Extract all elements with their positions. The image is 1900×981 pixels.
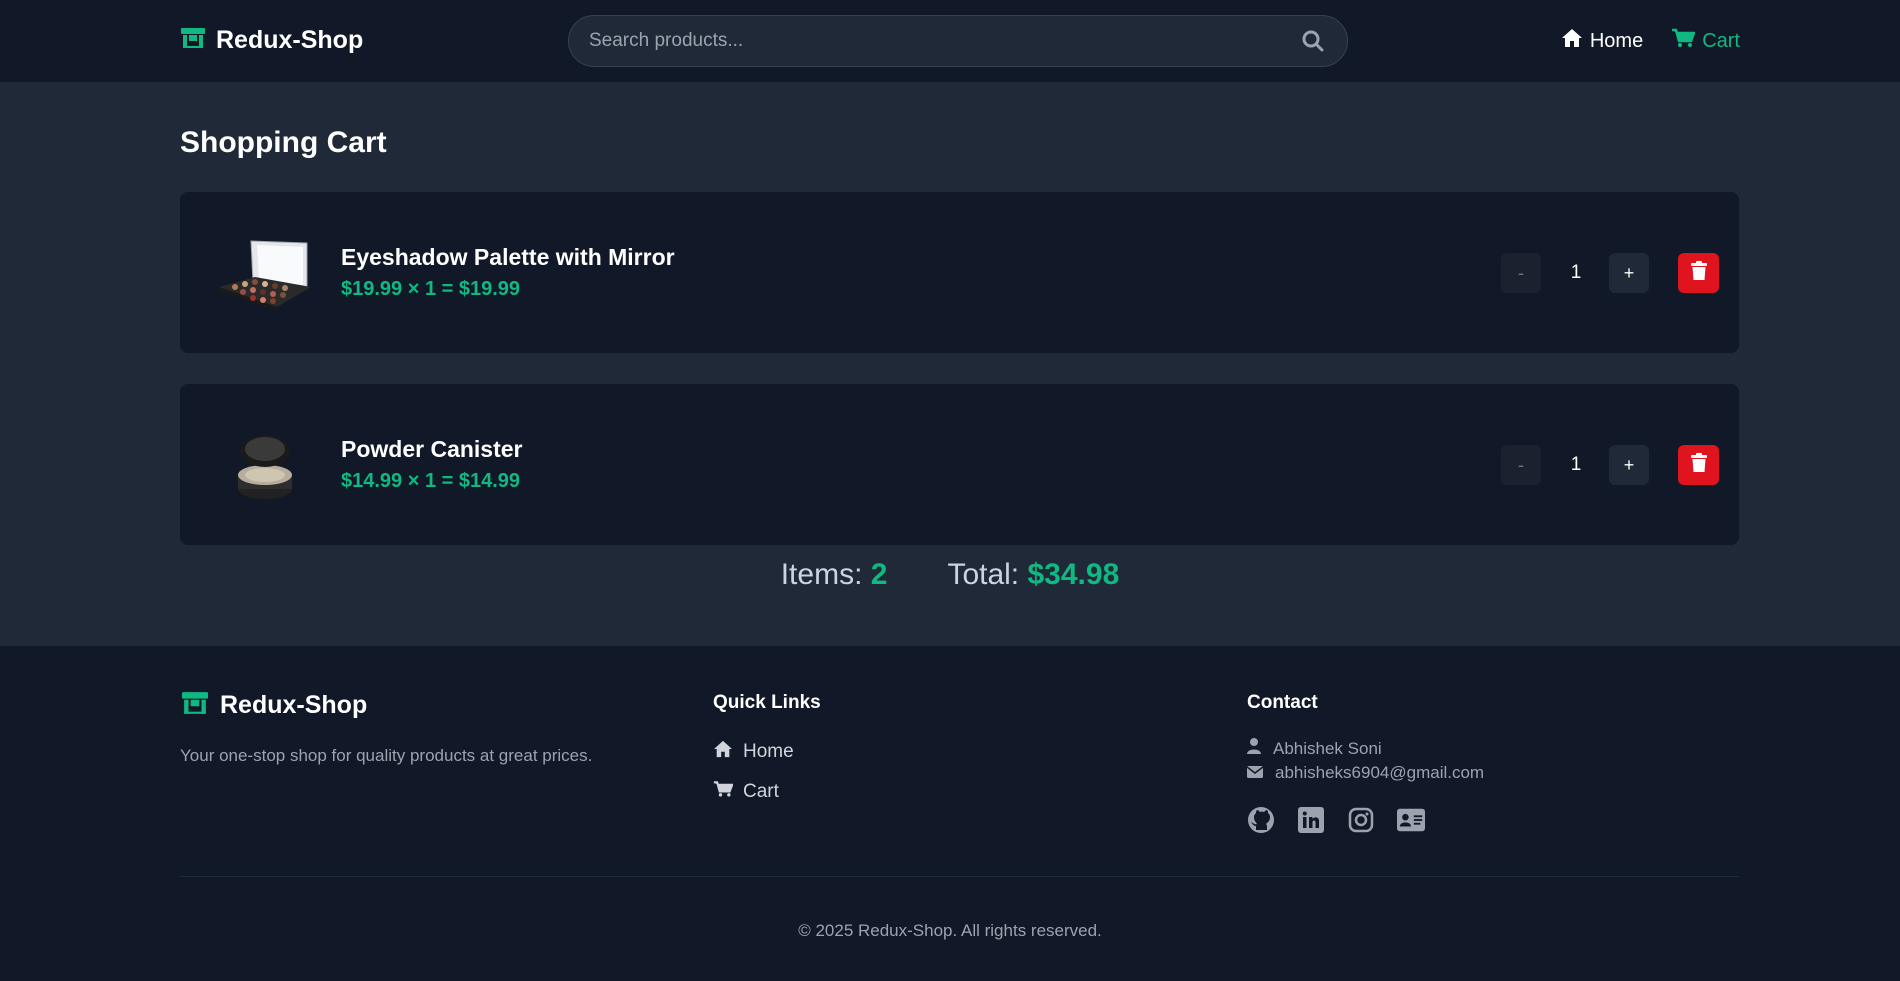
- increase-quantity-button[interactable]: +: [1609, 445, 1649, 485]
- contact-email-text: abhisheks6904@gmail.com: [1275, 763, 1485, 782]
- home-icon: [713, 740, 733, 764]
- total-label: Total:: [947, 558, 1020, 591]
- nav-home-link[interactable]: Home: [1561, 28, 1643, 54]
- github-icon[interactable]: [1247, 806, 1275, 834]
- items-count: Items: 2: [781, 558, 888, 592]
- brand-logo[interactable]: Redux-Shop: [180, 26, 363, 55]
- footer-tagline: Your one-stop shop for quality products …: [180, 746, 593, 765]
- footer-home-label: Home: [743, 741, 794, 762]
- contact-name: Abhishek Soni: [1247, 738, 1382, 759]
- trash-icon: [1690, 260, 1707, 286]
- cart-icon: [1671, 28, 1697, 54]
- contact-card-icon[interactable]: [1397, 806, 1425, 834]
- social-links: [1247, 806, 1425, 834]
- increase-quantity-button[interactable]: +: [1609, 253, 1649, 293]
- contact-name-text: Abhishek Soni: [1273, 738, 1382, 758]
- copyright-text: © 2025 Redux-Shop. All rights reserved.: [798, 921, 1102, 940]
- home-icon: [1561, 28, 1583, 54]
- footer-cart-link[interactable]: Cart: [713, 780, 779, 804]
- product-image: [215, 237, 315, 315]
- product-image: [215, 429, 315, 507]
- nav-home-label: Home: [1589, 29, 1644, 52]
- decrease-quantity-button[interactable]: -: [1501, 253, 1541, 293]
- remove-item-button[interactable]: [1678, 445, 1719, 485]
- store-icon: [180, 690, 210, 721]
- quantity-value: 1: [1570, 262, 1582, 283]
- product-name[interactable]: Powder Canister: [341, 436, 523, 463]
- product-name[interactable]: Eyeshadow Palette with Mirror: [341, 244, 675, 271]
- cart-item: Powder Canister $14.99 × 1 = $14.99 - 1 …: [180, 384, 1739, 545]
- search-icon[interactable]: [1299, 27, 1327, 55]
- nav-cart-label: Cart: [1702, 29, 1740, 52]
- main-nav: Home Cart: [1561, 28, 1740, 54]
- items-value: 2: [870, 558, 888, 591]
- footer-cart-label: Cart: [743, 781, 779, 802]
- remove-item-button[interactable]: [1678, 253, 1719, 293]
- items-label: Items:: [780, 558, 863, 591]
- product-price-line: $14.99 × 1 = $14.99: [341, 470, 521, 492]
- cart-summary: Items: 2 Total: $34.98: [0, 558, 1900, 592]
- contact-heading: Contact: [1247, 692, 1318, 713]
- footer-home-link[interactable]: Home: [713, 740, 794, 764]
- footer-brand: Redux-Shop: [180, 690, 367, 721]
- cart-item: Eyeshadow Palette with Mirror $19.99 × 1…: [180, 192, 1739, 353]
- total-value: $34.98: [1027, 558, 1120, 591]
- user-icon: [1247, 738, 1261, 759]
- brand-name: Redux-Shop: [216, 26, 364, 54]
- envelope-icon: [1246, 763, 1264, 783]
- search-input[interactable]: [589, 30, 1299, 52]
- contact-email[interactable]: abhisheks6904@gmail.com: [1246, 763, 1485, 783]
- footer-divider: [180, 876, 1739, 877]
- cart-total: Total: $34.98: [947, 558, 1119, 592]
- page-title: Shopping Cart: [180, 126, 387, 159]
- site-footer: Redux-Shop Your one-stop shop for qualit…: [0, 646, 1900, 981]
- top-navbar: Redux-Shop Home Cart: [0, 0, 1900, 82]
- product-price-line: $19.99 × 1 = $19.99: [341, 278, 521, 300]
- decrease-quantity-button[interactable]: -: [1501, 445, 1541, 485]
- trash-icon: [1690, 452, 1707, 478]
- nav-cart-link[interactable]: Cart: [1671, 28, 1740, 54]
- quick-links-heading: Quick Links: [713, 692, 821, 713]
- instagram-icon[interactable]: [1347, 806, 1375, 834]
- quantity-value: 1: [1570, 454, 1582, 475]
- linkedin-icon[interactable]: [1297, 806, 1325, 834]
- search-bar: [568, 15, 1348, 67]
- cart-page: Shopping Cart Eyeshadow Palette with Mir…: [0, 82, 1900, 646]
- store-icon: [180, 26, 206, 55]
- footer-brand-name: Redux-Shop: [220, 691, 368, 719]
- cart-icon: [713, 780, 734, 804]
